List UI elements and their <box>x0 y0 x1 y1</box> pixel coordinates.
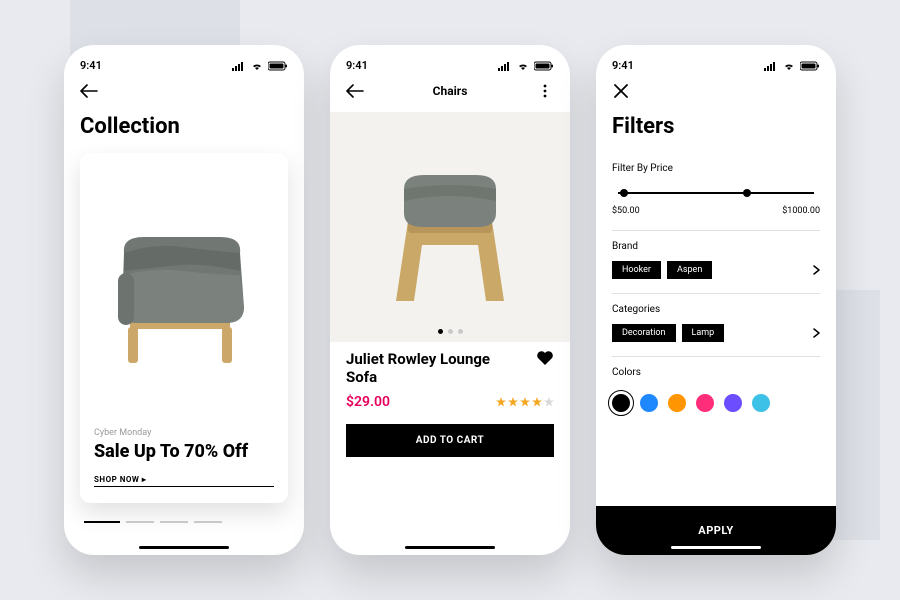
nav-bar <box>80 80 288 102</box>
status-bar: 9:41 <box>80 59 288 72</box>
rating-stars <box>496 397 554 407</box>
divider <box>612 230 820 231</box>
page-indicator <box>80 521 288 523</box>
wifi-icon <box>516 61 530 71</box>
divider <box>612 293 820 294</box>
status-bar: 9:41 <box>612 59 820 72</box>
expand-categories-icon[interactable] <box>813 323 820 342</box>
page-title: Filters <box>612 114 820 139</box>
promo-product-image <box>94 163 274 422</box>
promo-title: Sale Up To 70% Off <box>94 441 274 463</box>
divider <box>612 356 820 357</box>
battery-icon <box>534 61 554 71</box>
status-time: 9:41 <box>80 59 102 72</box>
screen-collection: 9:41 Collection <box>64 45 304 555</box>
color-swatch[interactable] <box>752 394 770 412</box>
screen-product-detail: 9:41 Chairs <box>330 45 570 555</box>
home-indicator <box>405 546 495 549</box>
color-swatch[interactable] <box>724 394 742 412</box>
status-indicators <box>764 61 820 71</box>
price-min: $50.00 <box>612 206 640 216</box>
status-bar: 9:41 <box>346 59 554 72</box>
battery-icon <box>268 61 288 71</box>
nav-bar: Chairs <box>346 80 554 102</box>
page-title: Collection <box>80 114 288 139</box>
battery-icon <box>800 61 820 71</box>
more-icon[interactable] <box>536 82 554 100</box>
status-time: 9:41 <box>346 59 368 72</box>
product-name: Juliet Rowley Lounge Sofa <box>346 350 506 386</box>
nav-title: Chairs <box>433 84 468 98</box>
status-time: 9:41 <box>612 59 634 72</box>
signal-icon <box>498 61 512 71</box>
product-price: $29.00 <box>346 394 390 410</box>
carousel-dots[interactable] <box>438 329 463 334</box>
categories-filter-label: Categories <box>612 304 820 315</box>
signal-icon <box>764 61 778 71</box>
wifi-icon <box>782 61 796 71</box>
price-filter-label: Filter By Price <box>612 163 820 174</box>
screen-filters: 9:41 Filters Filter By Price $50.00 $100… <box>596 45 836 555</box>
wifi-icon <box>250 61 264 71</box>
colors-filter-label: Colors <box>612 367 820 378</box>
nav-bar <box>612 80 820 102</box>
home-indicator <box>671 546 761 549</box>
slider-handle-max[interactable] <box>743 189 751 197</box>
color-swatch[interactable] <box>668 394 686 412</box>
color-swatch[interactable] <box>696 394 714 412</box>
status-indicators <box>498 61 554 71</box>
color-swatch[interactable] <box>612 394 630 412</box>
category-chip[interactable]: Lamp <box>682 324 725 342</box>
back-arrow-icon[interactable] <box>346 82 364 100</box>
promo-eyebrow: Cyber Monday <box>94 428 274 438</box>
shop-now-link[interactable]: SHOP NOW ▸ <box>94 475 274 487</box>
status-indicators <box>232 61 288 71</box>
back-arrow-icon[interactable] <box>80 82 98 100</box>
close-icon[interactable] <box>612 82 630 100</box>
product-image <box>330 112 570 342</box>
category-chip[interactable]: Decoration <box>612 324 676 342</box>
promo-card[interactable]: Cyber Monday Sale Up To 70% Off SHOP NOW… <box>80 153 288 503</box>
favorite-button[interactable] <box>536 350 554 370</box>
price-max: $1000.00 <box>782 206 820 216</box>
expand-brand-icon[interactable] <box>813 260 820 279</box>
brand-chip[interactable]: Hooker <box>612 261 661 279</box>
brand-chip[interactable]: Aspen <box>667 261 712 279</box>
slider-handle-min[interactable] <box>620 189 628 197</box>
brand-filter-label: Brand <box>612 241 820 252</box>
color-swatches <box>612 394 820 412</box>
home-indicator <box>139 546 229 549</box>
price-range-slider[interactable] <box>618 192 814 194</box>
color-swatch[interactable] <box>640 394 658 412</box>
signal-icon <box>232 61 246 71</box>
add-to-cart-button[interactable]: ADD TO CART <box>346 424 554 457</box>
